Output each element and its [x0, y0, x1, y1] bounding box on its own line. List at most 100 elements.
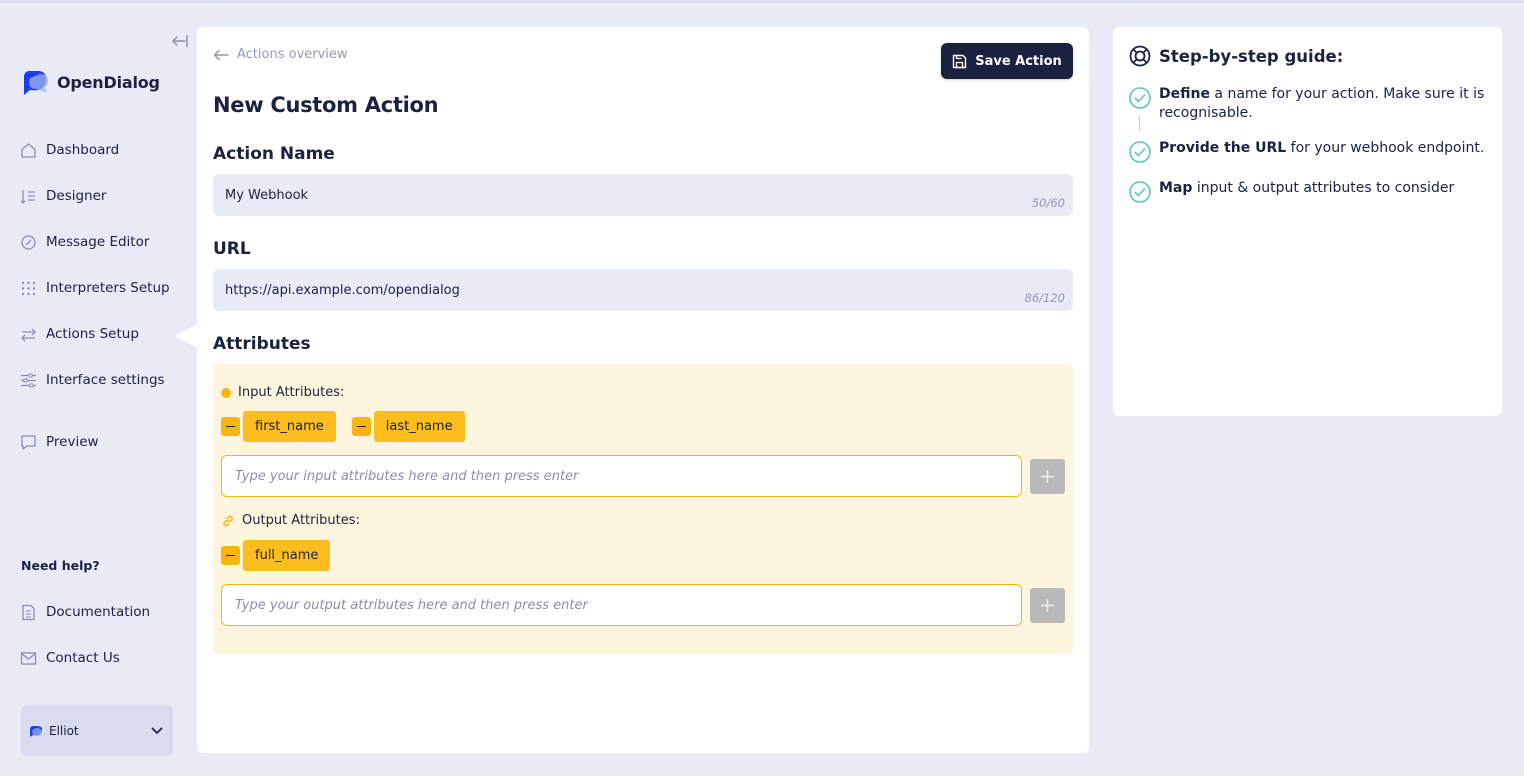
arrow-left-icon — [213, 49, 229, 61]
add-input-attribute-button[interactable] — [1030, 459, 1065, 494]
output-attributes-input[interactable] — [222, 585, 1021, 625]
attribute-chip-label: full_name — [243, 540, 331, 571]
add-output-attribute-button[interactable] — [1030, 588, 1065, 623]
sidebar-item-label: Interface settings — [46, 372, 165, 388]
remove-attribute-button[interactable] — [221, 546, 240, 565]
action-name-field: 50/60 — [213, 174, 1073, 216]
attributes-panel: Input Attributes: first_name last_name O… — [213, 364, 1073, 654]
sidebar-item-label: Designer — [46, 188, 107, 204]
link-icon — [221, 514, 235, 528]
minus-icon — [226, 554, 235, 557]
chat-bubble-icon — [20, 434, 37, 451]
guide-step-rest: for your webhook endpoint. — [1286, 140, 1485, 156]
page-title: New Custom Action — [213, 93, 439, 117]
input-attribute-chips: first_name last_name — [221, 411, 465, 442]
sidebar-item-label: Interpreters Setup — [46, 280, 170, 296]
sidebar-item-interface-settings[interactable]: Interface settings — [20, 369, 190, 391]
save-action-button[interactable]: Save Action — [941, 43, 1073, 79]
designer-icon — [20, 188, 37, 205]
sidebar-item-designer[interactable]: Designer — [20, 185, 190, 207]
help-section-title: Need help? — [21, 558, 100, 573]
sliders-icon — [20, 372, 37, 389]
action-editor-card: Actions overview Save Action New Custom … — [197, 27, 1089, 753]
sidebar-item-interpreters-setup[interactable]: Interpreters Setup — [20, 277, 190, 299]
back-link-label: Actions overview — [237, 47, 348, 62]
back-to-actions-link[interactable]: Actions overview — [213, 47, 348, 62]
action-name-label: Action Name — [213, 144, 335, 164]
output-attributes-heading: Output Attributes: — [221, 513, 360, 528]
action-name-input[interactable] — [213, 174, 1073, 216]
sidebar-item-contact-us[interactable]: Contact Us — [20, 647, 190, 669]
app-name: OpenDialog — [57, 72, 160, 92]
url-label: URL — [213, 239, 251, 259]
sidebar-item-actions-setup[interactable]: Actions Setup — [20, 323, 190, 345]
guide-title-text: Step-by-step guide: — [1159, 46, 1344, 66]
input-dot-icon — [221, 387, 231, 398]
home-icon — [20, 142, 37, 159]
sidebar-item-message-editor[interactable]: Message Editor — [20, 231, 190, 253]
attribute-chip: first_name — [221, 411, 336, 442]
url-input[interactable] — [213, 269, 1073, 311]
action-name-char-counter: 50/60 — [1031, 196, 1065, 210]
attribute-chip-label: first_name — [243, 411, 336, 442]
opendialog-logo-icon — [21, 67, 51, 97]
input-attributes-field — [221, 455, 1022, 497]
attribute-chip: full_name — [221, 540, 331, 571]
sidebar-item-label: Contact Us — [46, 650, 120, 666]
save-button-label: Save Action — [975, 53, 1062, 69]
attribute-chip-label: last_name — [373, 411, 465, 442]
chevron-down-icon — [151, 727, 163, 735]
url-field: 86/120 — [213, 269, 1073, 311]
sidebar-item-documentation[interactable]: Documentation — [20, 601, 190, 623]
envelope-icon — [20, 650, 37, 667]
guide-step-text: Provide the URL for your webhook endpoin… — [1159, 139, 1484, 163]
guide-title: Step-by-step guide: — [1129, 45, 1343, 67]
remove-attribute-button[interactable] — [351, 417, 371, 436]
check-circle-icon — [1129, 181, 1151, 203]
user-avatar-icon — [29, 724, 43, 738]
sidebar-item-label: Preview — [46, 434, 99, 450]
sidebar-item-dashboard[interactable]: Dashboard — [20, 139, 190, 161]
minus-icon — [356, 425, 366, 428]
remove-attribute-button[interactable] — [221, 417, 240, 436]
collapse-sidebar-icon[interactable] — [171, 33, 189, 49]
active-nav-indicator — [175, 324, 197, 348]
guide-step-bold: Map — [1159, 180, 1193, 196]
sidebar-item-label: Actions Setup — [46, 326, 139, 342]
sidebar-item-label: Documentation — [46, 604, 151, 620]
guide-step: Map input & output attributes to conside… — [1129, 179, 1489, 203]
guide-step: Provide the URL for your webhook endpoin… — [1129, 139, 1489, 163]
output-attribute-chips: full_name — [221, 540, 331, 571]
input-attributes-title: Input Attributes: — [238, 385, 345, 400]
app-logo[interactable]: OpenDialog — [21, 67, 160, 97]
document-icon — [20, 604, 37, 621]
plus-icon — [1040, 598, 1055, 613]
output-attributes-title: Output Attributes: — [242, 513, 360, 528]
sidebar-item-preview[interactable]: Preview — [20, 431, 190, 453]
step-by-step-guide: Step-by-step guide: Define a name for yo… — [1113, 27, 1502, 416]
guide-step: Define a name for your action. Make sure… — [1129, 85, 1489, 123]
arrows-exchange-icon — [20, 326, 37, 343]
attributes-label: Attributes — [213, 334, 311, 354]
url-char-counter: 86/120 — [1024, 291, 1065, 305]
guide-step-bold: Define — [1159, 86, 1210, 102]
check-circle-icon — [1129, 87, 1151, 109]
input-attributes-heading: Input Attributes: — [221, 385, 344, 400]
sidebar-item-label: Message Editor — [46, 234, 150, 250]
message-editor-icon — [20, 234, 37, 251]
guide-step-text: Define a name for your action. Make sure… — [1159, 85, 1489, 123]
sidebar: OpenDialog Dashboard Designer Message Ed… — [0, 3, 197, 776]
guide-step-text: Map input & output attributes to conside… — [1159, 179, 1454, 203]
guide-step-rest: input & output attributes to consider — [1192, 180, 1455, 196]
lifebuoy-icon — [1129, 45, 1151, 67]
attribute-chip: last_name — [351, 411, 465, 442]
check-circle-icon — [1129, 141, 1151, 163]
input-attributes-input[interactable] — [222, 456, 1021, 496]
grid-dots-icon — [20, 280, 37, 297]
output-attributes-field — [221, 584, 1022, 626]
plus-icon — [1040, 469, 1055, 484]
guide-step-bold: Provide the URL — [1159, 140, 1287, 156]
sidebar-item-label: Dashboard — [46, 142, 120, 158]
user-name: Elliot — [49, 723, 79, 738]
user-account-select[interactable]: Elliot — [21, 705, 173, 756]
